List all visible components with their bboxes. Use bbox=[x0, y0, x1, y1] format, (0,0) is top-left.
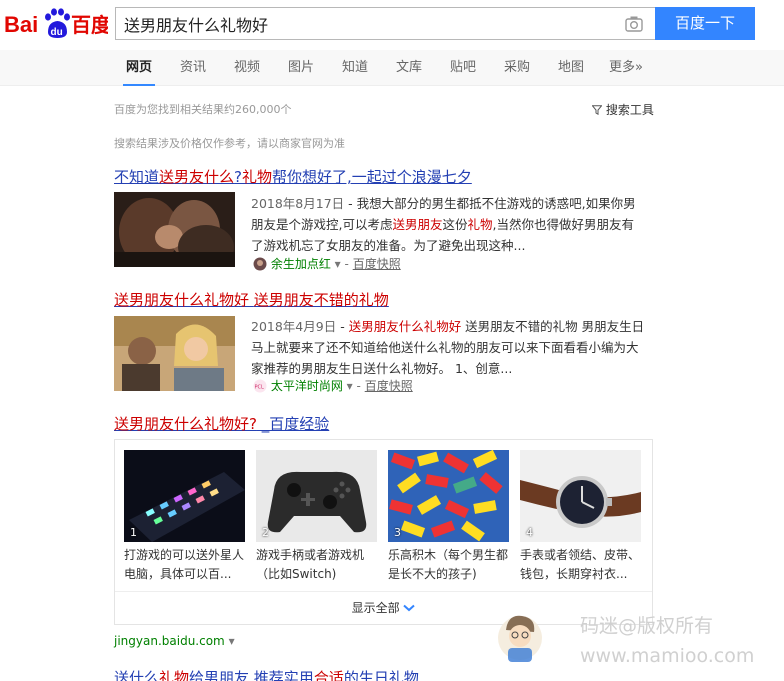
source-avatar-icon bbox=[253, 257, 267, 271]
result-1-snippet: 2018年8月17日 - 我想大部分的男生都抵不住游戏的诱惑吧,如果你男朋友是个… bbox=[251, 193, 646, 256]
result-1-thumbnail[interactable] bbox=[114, 192, 235, 267]
price-notice: 搜索结果涉及价格仅作参考，请以商家官网为准 bbox=[114, 137, 345, 150]
step-image: 4 bbox=[520, 450, 641, 542]
step-text: 打游戏的可以送外星人电脑，具体可以百... bbox=[124, 548, 245, 581]
tab-purchase[interactable]: 采购 bbox=[504, 50, 530, 86]
svg-text:www.mamioo.com: www.mamioo.com bbox=[580, 645, 754, 667]
title-text: 帮你想好了,一起过个浪漫七夕 bbox=[272, 168, 472, 186]
title-highlight: 礼物 bbox=[159, 669, 190, 681]
result-2-snippet: 2018年4月9日 - 送男朋友什么礼物好 送男朋友不错的礼物 男朋友生日马上就… bbox=[251, 316, 646, 379]
title-text: ? bbox=[234, 168, 242, 186]
header: Bai du 百度 百度一下 bbox=[0, 0, 784, 48]
result-2-source: PCL 太平洋时尚网 ▾ - 百度快照 bbox=[253, 379, 413, 393]
result-3-title[interactable]: 送男朋友什么礼物好? _百度经验 bbox=[114, 413, 329, 434]
jingyan-step[interactable]: 3 乐高积木（每个男生都是长不大的孩子) bbox=[388, 450, 509, 584]
result-4-title[interactable]: 送什么礼物给男朋友 推荐实用合适的生日礼物 bbox=[114, 667, 419, 681]
tab-zhidao[interactable]: 知道 bbox=[342, 50, 368, 86]
snapshot-link[interactable]: 百度快照 bbox=[365, 379, 413, 393]
tab-web[interactable]: 网页 bbox=[122, 50, 156, 86]
title-highlight: 合适 bbox=[313, 669, 344, 681]
title-text: 给男朋友 推荐实用 bbox=[189, 669, 314, 681]
source-domain[interactable]: jingyan.baidu.com bbox=[114, 634, 225, 648]
step-text: 乐高积木（每个男生都是长不大的孩子) bbox=[388, 548, 509, 581]
search-tools[interactable]: 搜索工具 bbox=[591, 101, 654, 118]
tab-wenku[interactable]: 文库 bbox=[396, 50, 422, 86]
watermark: 码迷@版权所有 www.mamioo.com bbox=[498, 600, 784, 681]
result-2-thumbnail[interactable] bbox=[114, 316, 235, 391]
jingyan-step[interactable]: 2 游戏手柄或者游戏机（比如Switch) bbox=[256, 450, 377, 584]
step-text: 游戏手柄或者游戏机（比如Switch) bbox=[256, 548, 365, 581]
title-text: 的生日礼物 bbox=[343, 669, 419, 681]
jingyan-card: 1 打游戏的可以送外星人电脑，具体可以百... 2 游戏手柄或者游戏机（比如Sw… bbox=[114, 439, 653, 625]
step-image: 3 bbox=[388, 450, 509, 542]
step-text: 手表或者领结、皮带、钱包，长期穿衬衣... bbox=[520, 548, 641, 581]
title-highlight: 送男友什么 bbox=[159, 168, 235, 186]
chevron-down-icon[interactable]: ▾ bbox=[347, 379, 353, 393]
svg-text:du: du bbox=[51, 27, 63, 38]
chevron-down-icon[interactable]: ▾ bbox=[335, 257, 341, 271]
snippet-text: 这份 bbox=[442, 217, 468, 232]
jingyan-step[interactable]: 4 手表或者领结、皮带、钱包，长期穿衬衣... bbox=[520, 450, 641, 584]
snapshot-link[interactable]: 百度快照 bbox=[353, 257, 401, 271]
step-number: 4 bbox=[526, 526, 533, 539]
result-1-source: 余生加点红 ▾ - 百度快照 bbox=[253, 255, 401, 272]
title-highlight: 送男朋友不错的礼物 bbox=[253, 291, 389, 309]
title-text: 送什么 bbox=[114, 669, 160, 681]
step-image: 2 bbox=[256, 450, 377, 542]
title-highlight: 送男朋友什么礼物好 bbox=[114, 291, 250, 309]
svg-text:PCL: PCL bbox=[255, 385, 265, 391]
search-button[interactable]: 百度一下 bbox=[655, 7, 755, 40]
result-2-title[interactable]: 送男朋友什么礼物好 送男朋友不错的礼物 bbox=[114, 289, 389, 310]
title-text: 不知道 bbox=[114, 168, 160, 186]
svg-text:码迷@版权所有: 码迷@版权所有 bbox=[580, 615, 713, 637]
step-number: 3 bbox=[394, 526, 401, 539]
search-box bbox=[115, 7, 655, 40]
step-number: 1 bbox=[130, 526, 137, 539]
result-3-source: jingyan.baidu.com ▾ bbox=[114, 634, 235, 648]
camera-icon[interactable] bbox=[624, 14, 644, 34]
snippet-highlight: 送男朋友 bbox=[392, 217, 443, 232]
step-number: 2 bbox=[262, 526, 269, 539]
tab-news[interactable]: 资讯 bbox=[180, 50, 206, 86]
svg-text:Bai: Bai bbox=[4, 12, 38, 37]
source-name[interactable]: 太平洋时尚网 bbox=[271, 379, 343, 393]
tab-tieba[interactable]: 贴吧 bbox=[450, 50, 476, 86]
chevron-down-icon[interactable]: ▾ bbox=[229, 634, 235, 648]
tab-video[interactable]: 视频 bbox=[234, 50, 260, 86]
result-count: 百度为您找到相关结果约260,000个 bbox=[114, 103, 292, 116]
step-image: 1 bbox=[124, 450, 245, 542]
jingyan-step[interactable]: 1 打游戏的可以送外星人电脑，具体可以百... bbox=[124, 450, 245, 584]
filter-icon bbox=[591, 105, 603, 116]
title-text: _百度经验 bbox=[256, 415, 330, 433]
source-name[interactable]: 余生加点红 bbox=[271, 257, 331, 271]
search-tools-label: 搜索工具 bbox=[605, 103, 654, 117]
source-logo-icon: PCL bbox=[253, 379, 267, 393]
chevron-down-icon bbox=[403, 604, 416, 612]
tab-map[interactable]: 地图 bbox=[558, 50, 584, 86]
tab-more[interactable]: 更多» bbox=[609, 50, 643, 86]
svg-text:百度: 百度 bbox=[71, 13, 108, 37]
snippet-highlight: 送男朋友什么礼物好 bbox=[348, 319, 462, 334]
search-input[interactable] bbox=[116, 8, 616, 39]
snippet-highlight: 礼物 bbox=[467, 217, 493, 232]
tab-images[interactable]: 图片 bbox=[288, 50, 314, 86]
title-highlight: 送男朋友什么礼物好? bbox=[114, 415, 257, 433]
snippet-text: - bbox=[336, 319, 349, 334]
result-date: 2018年4月9日 bbox=[251, 319, 337, 334]
vertical-tabs: 网页 资讯 视频 图片 知道 文库 贴吧 采购 地图 更多» bbox=[0, 50, 784, 86]
title-highlight: 礼物 bbox=[242, 168, 273, 186]
result-1-title[interactable]: 不知道送男友什么?礼物帮你想好了,一起过个浪漫七夕 bbox=[114, 166, 472, 187]
baidu-logo[interactable]: Bai du 百度 bbox=[4, 6, 112, 40]
show-all-label: 显示全部 bbox=[351, 601, 400, 615]
result-date: 2018年8月17日 bbox=[251, 196, 345, 211]
